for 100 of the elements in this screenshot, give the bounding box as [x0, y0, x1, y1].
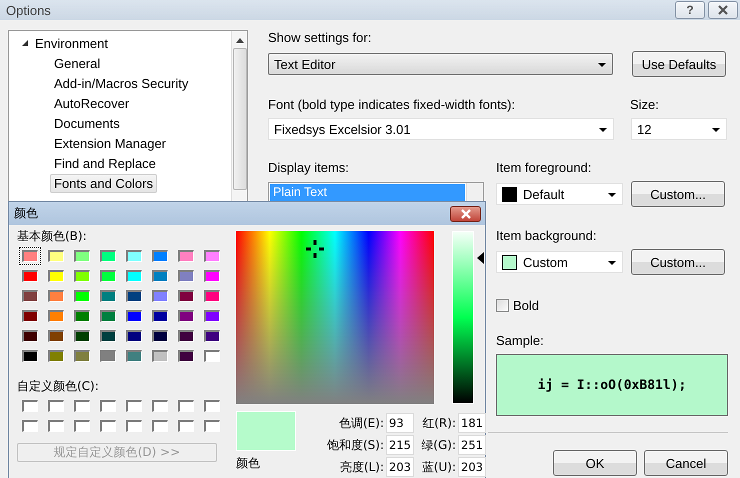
color-swatch[interactable]: [149, 267, 171, 285]
color-swatch[interactable]: [71, 267, 93, 285]
color-swatch[interactable]: [201, 307, 223, 325]
color-swatch[interactable]: [149, 307, 171, 325]
color-swatch[interactable]: [123, 307, 145, 325]
tree-item[interactable]: Find and Replace: [50, 154, 160, 172]
background-dropdown[interactable]: Custom: [496, 251, 623, 273]
color-swatch[interactable]: [19, 267, 41, 285]
color-swatch[interactable]: [123, 347, 145, 365]
field-label: Sample:: [496, 333, 545, 348]
color-swatch[interactable]: [45, 307, 67, 325]
color-swatch[interactable]: [175, 307, 197, 325]
color-swatch[interactable]: [123, 397, 145, 415]
number-field[interactable]: 93: [386, 413, 414, 433]
up-arrow-icon[interactable]: [236, 38, 244, 43]
color-swatch[interactable]: [71, 287, 93, 305]
color-swatch[interactable]: [19, 247, 41, 265]
number-field[interactable]: 251: [458, 435, 486, 455]
checkbox[interactable]: [496, 299, 509, 312]
color-swatch[interactable]: [19, 347, 41, 365]
color-swatch[interactable]: [97, 397, 119, 415]
color-swatch[interactable]: [97, 417, 119, 435]
foreground-dropdown[interactable]: Default: [496, 183, 623, 205]
color-swatch[interactable]: [19, 327, 41, 345]
color-swatch[interactable]: [149, 287, 171, 305]
size-dropdown[interactable]: 12: [631, 118, 727, 140]
color-swatch[interactable]: [149, 327, 171, 345]
color-swatch[interactable]: [149, 247, 171, 265]
color-swatch[interactable]: [175, 327, 197, 345]
color-swatch[interactable]: [123, 287, 145, 305]
color-swatch[interactable]: [175, 347, 197, 365]
number-field[interactable]: 203: [458, 457, 486, 477]
settings-dropdown[interactable]: Text Editor: [268, 53, 613, 75]
tree-item[interactable]: Fonts and Colors: [50, 174, 157, 192]
color-swatch[interactable]: [201, 397, 223, 415]
color-swatch[interactable]: [201, 267, 223, 285]
ok-button[interactable]: OK: [553, 450, 637, 476]
color-swatch[interactable]: [201, 347, 223, 365]
close-button[interactable]: [708, 1, 738, 19]
scroll-thumb[interactable]: [233, 48, 247, 190]
color-swatch[interactable]: [45, 417, 67, 435]
tree-item[interactable]: AutoRecover: [50, 94, 134, 112]
color-swatch[interactable]: [71, 247, 93, 265]
color-swatch[interactable]: [45, 287, 67, 305]
color-swatch[interactable]: [201, 417, 223, 435]
color-swatch[interactable]: [97, 267, 119, 285]
number-field[interactable]: 203: [386, 457, 414, 477]
number-field[interactable]: 181: [458, 413, 486, 433]
color-swatch[interactable]: [71, 417, 93, 435]
color-swatch[interactable]: [45, 397, 67, 415]
help-button[interactable]: ?: [675, 1, 705, 19]
color-swatch[interactable]: [149, 347, 171, 365]
color-swatch[interactable]: [149, 417, 171, 435]
color-swatch[interactable]: [175, 417, 197, 435]
cancel-button[interactable]: Cancel: [644, 450, 728, 476]
color-swatch[interactable]: [97, 347, 119, 365]
color-swatch[interactable]: [175, 247, 197, 265]
color-swatch[interactable]: [97, 247, 119, 265]
dropdown-arrow-icon: [608, 193, 616, 197]
tree-item[interactable]: Add-in/Macros Security: [50, 74, 192, 92]
color-swatch[interactable]: [123, 327, 145, 345]
color-swatch[interactable]: [45, 247, 67, 265]
color-swatch[interactable]: [19, 397, 41, 415]
color-swatch[interactable]: [123, 267, 145, 285]
color-swatch[interactable]: [19, 417, 41, 435]
color-swatch[interactable]: [19, 307, 41, 325]
color-swatch[interactable]: [71, 397, 93, 415]
color-swatch[interactable]: [45, 347, 67, 365]
number-field[interactable]: 215: [386, 435, 414, 455]
color-swatch[interactable]: [97, 287, 119, 305]
color-swatch[interactable]: [45, 327, 67, 345]
tree-item[interactable]: Environment: [9, 33, 231, 53]
tree-item[interactable]: Extension Manager: [50, 134, 170, 152]
color-swatch[interactable]: [97, 307, 119, 325]
slider-thumb-icon[interactable]: [477, 252, 484, 264]
field-label: Show settings for:: [268, 30, 372, 45]
color-swatch[interactable]: [201, 287, 223, 305]
color-swatch[interactable]: [97, 327, 119, 345]
color-swatch[interactable]: [71, 347, 93, 365]
color-swatch[interactable]: [201, 247, 223, 265]
color-swatch[interactable]: [175, 267, 197, 285]
color-swatch[interactable]: [19, 287, 41, 305]
color-swatch[interactable]: [149, 397, 171, 415]
color-swatch[interactable]: [175, 397, 197, 415]
tree-item[interactable]: Documents: [50, 114, 124, 132]
color-swatch[interactable]: [123, 247, 145, 265]
tree-item[interactable]: General: [50, 54, 104, 72]
color-spectrum[interactable]: [236, 231, 434, 404]
color-swatch[interactable]: [45, 267, 67, 285]
use-defaults-button[interactable]: Use Defaults: [632, 51, 726, 77]
color-swatch[interactable]: [201, 327, 223, 345]
color-swatch[interactable]: [175, 287, 197, 305]
custom-button[interactable]: Custom...: [631, 181, 725, 207]
dropdown-arrow-icon: [598, 63, 606, 67]
color-swatch[interactable]: [123, 417, 145, 435]
color-swatch[interactable]: [71, 307, 93, 325]
custom-button[interactable]: Custom...: [631, 249, 725, 275]
close-button[interactable]: [450, 206, 481, 222]
font-dropdown[interactable]: Fixedsys Excelsior 3.01: [268, 118, 614, 140]
color-swatch[interactable]: [71, 327, 93, 345]
